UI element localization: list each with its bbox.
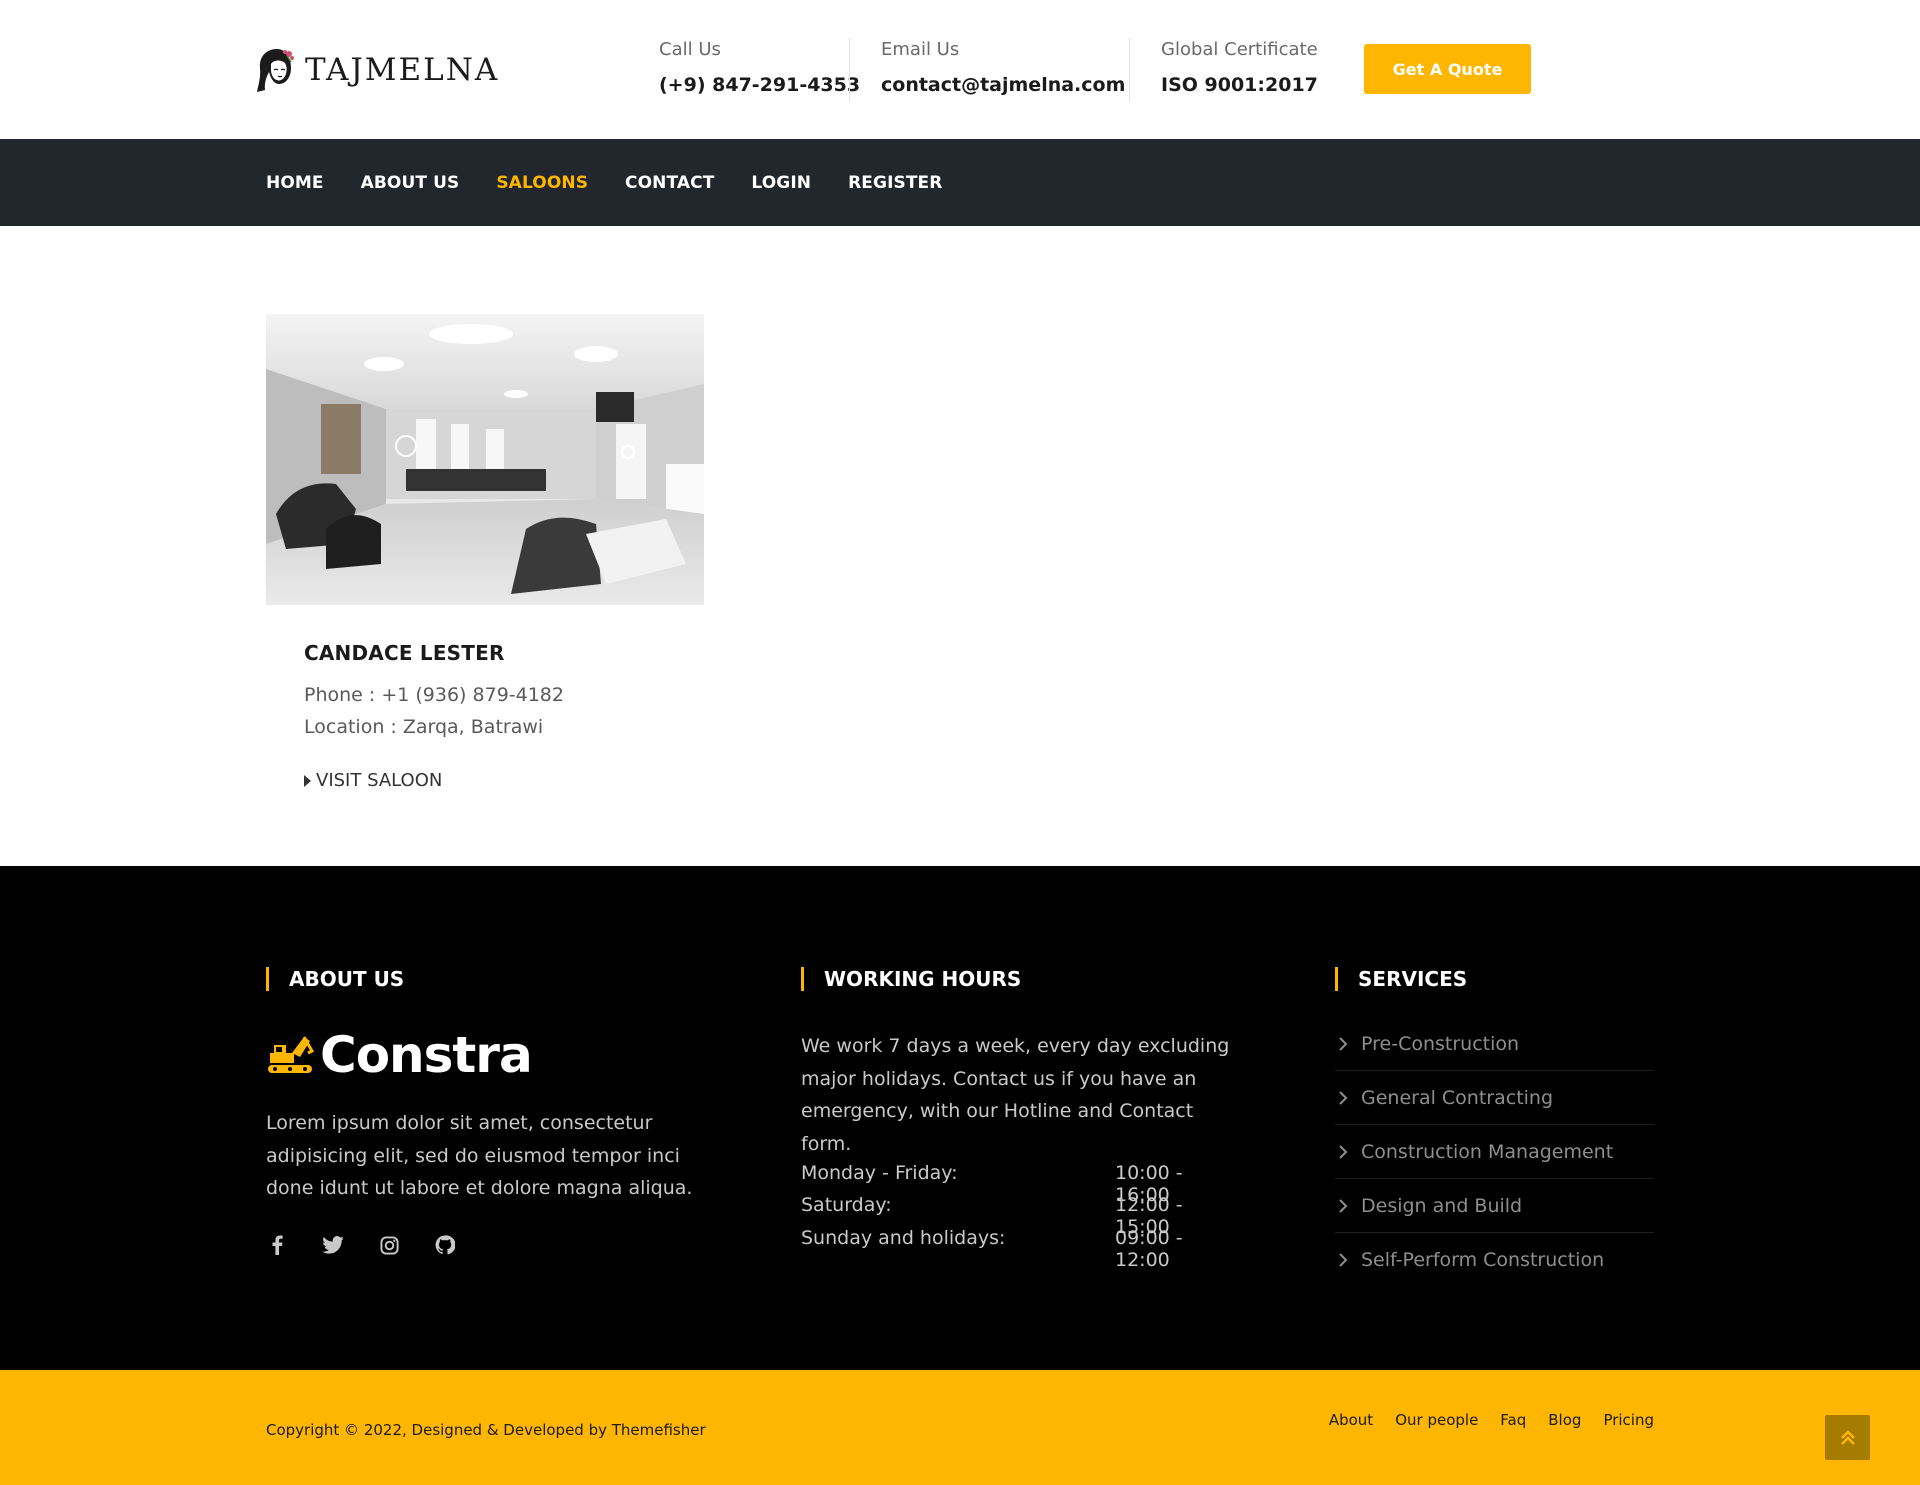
service-item[interactable]: Pre-Construction xyxy=(1335,1017,1654,1071)
service-label: Self-Perform Construction xyxy=(1361,1249,1605,1271)
top-header: TAJMELNA Call Us (+9) 847-291-4353 Email… xyxy=(0,0,1920,139)
visit-saloon-link[interactable]: VISIT SALOON xyxy=(304,770,442,791)
nav-item-saloons[interactable]: SALOONS xyxy=(496,173,588,193)
nav-item-register[interactable]: REGISTER xyxy=(848,173,942,193)
social-links xyxy=(266,1234,490,1256)
saloon-interior-image xyxy=(266,314,704,605)
back-to-top-button[interactable] xyxy=(1825,1415,1870,1460)
email-us-address[interactable]: contact@tajmelna.com xyxy=(881,73,1125,97)
copyright-link-pricing[interactable]: Pricing xyxy=(1603,1411,1654,1429)
service-label: Pre-Construction xyxy=(1361,1032,1520,1055)
github-icon[interactable] xyxy=(434,1234,456,1256)
saloon-location: Location : Zarqa, Batrawi xyxy=(304,716,544,738)
copyright-bar: Copyright © 2022, Designed & Developed b… xyxy=(0,1370,1920,1485)
copyright-link-faq[interactable]: Faq xyxy=(1500,1411,1526,1429)
header-divider xyxy=(1129,38,1130,102)
visit-saloon-label: VISIT SALOON xyxy=(316,770,443,791)
twitter-icon[interactable] xyxy=(322,1234,344,1256)
copyright-link-our-people[interactable]: Our people xyxy=(1395,1411,1478,1429)
double-chevron-up-icon xyxy=(1840,1429,1855,1445)
footer: ABOUT US WORKING HOURS SERVICES Constra … xyxy=(0,866,1920,1370)
instagram-icon[interactable] xyxy=(378,1234,400,1256)
chevron-right-icon xyxy=(1339,1144,1348,1159)
chevron-right-icon xyxy=(1339,1090,1348,1105)
copyright-links: About Our people Faq Blog Pricing xyxy=(1307,1411,1654,1429)
hours-day: Sunday and holidays: xyxy=(801,1227,1006,1249)
excavator-icon xyxy=(268,1036,314,1073)
nav-item-contact[interactable]: CONTACT xyxy=(625,173,714,193)
footer-about-title: ABOUT US xyxy=(266,967,404,991)
service-item[interactable]: General Contracting xyxy=(1335,1071,1654,1125)
certificate-value: ISO 9001:2017 xyxy=(1161,74,1318,96)
service-item[interactable]: Construction Management xyxy=(1335,1125,1654,1179)
footer-hours-text: We work 7 days a week, every day excludi… xyxy=(801,1035,1230,1155)
copyright-link-about[interactable]: About xyxy=(1329,1411,1373,1429)
logo-face-icon xyxy=(257,49,294,92)
services-list: Pre-Construction General Contracting Con… xyxy=(1335,1017,1654,1287)
nav-item-home[interactable]: HOME xyxy=(266,173,324,193)
footer-services-title: SERVICES xyxy=(1335,967,1467,991)
nav-menu: HOME ABOUT US SALOONS CONTACT LOGIN REGI… xyxy=(266,139,979,226)
facebook-icon[interactable] xyxy=(266,1234,288,1256)
nav-item-about-us[interactable]: ABOUT US xyxy=(361,173,460,193)
get-quote-button[interactable]: Get A Quote xyxy=(1364,44,1531,94)
certificate-block: Global Certificate ISO 9001:2017 xyxy=(1161,38,1318,102)
call-us-number[interactable]: (+9) 847-291-4353 xyxy=(659,73,860,97)
nav-item-login[interactable]: LOGIN xyxy=(751,173,811,193)
certificate-label: Global Certificate xyxy=(1161,39,1318,60)
hours-time: 09:00 - 12:00 xyxy=(1115,1227,1183,1271)
caret-right-icon xyxy=(304,774,311,787)
chevron-right-icon xyxy=(1339,1253,1348,1267)
email-us-label: Email Us xyxy=(881,39,960,60)
email-us-block: Email Us contact@tajmelna.com xyxy=(881,38,1125,102)
service-item[interactable]: Design and Build xyxy=(1335,1179,1654,1233)
constra-logo[interactable]: Constra xyxy=(266,1026,533,1084)
service-item[interactable]: Self-Perform Construction xyxy=(1335,1233,1654,1287)
chevron-right-icon xyxy=(1339,1198,1348,1213)
service-label: Design and Build xyxy=(1361,1194,1523,1217)
service-label: Construction Management xyxy=(1361,1140,1614,1163)
service-label: General Contracting xyxy=(1361,1086,1554,1109)
constra-brand-text: Constra xyxy=(320,1026,533,1084)
saloon-phone: Phone : +1 (936) 879-4182 xyxy=(304,684,564,706)
site-logo[interactable]: TAJMELNA xyxy=(255,45,499,95)
logo-text: TAJMELNA xyxy=(305,52,500,88)
call-us-block: Call Us (+9) 847-291-4353 xyxy=(659,38,860,102)
header-divider xyxy=(849,38,850,102)
copyright-link-blog[interactable]: Blog xyxy=(1548,1411,1581,1429)
copyright-text: Copyright © 2022, Designed & Developed b… xyxy=(266,1421,706,1439)
chevron-right-icon xyxy=(1339,1036,1348,1051)
footer-hours-title: WORKING HOURS xyxy=(801,967,1021,991)
saloon-name: CANDACE LESTER xyxy=(304,641,505,665)
hours-row: Sunday and holidays: 09:00 - 12:00 xyxy=(801,1227,1227,1271)
main-nav: HOME ABOUT US SALOONS CONTACT LOGIN REGI… xyxy=(0,139,1920,226)
saloon-image[interactable] xyxy=(266,314,704,605)
call-us-label: Call Us xyxy=(659,39,721,60)
footer-about-text: Lorem ipsum dolor sit amet, consectetur … xyxy=(266,1112,693,1199)
